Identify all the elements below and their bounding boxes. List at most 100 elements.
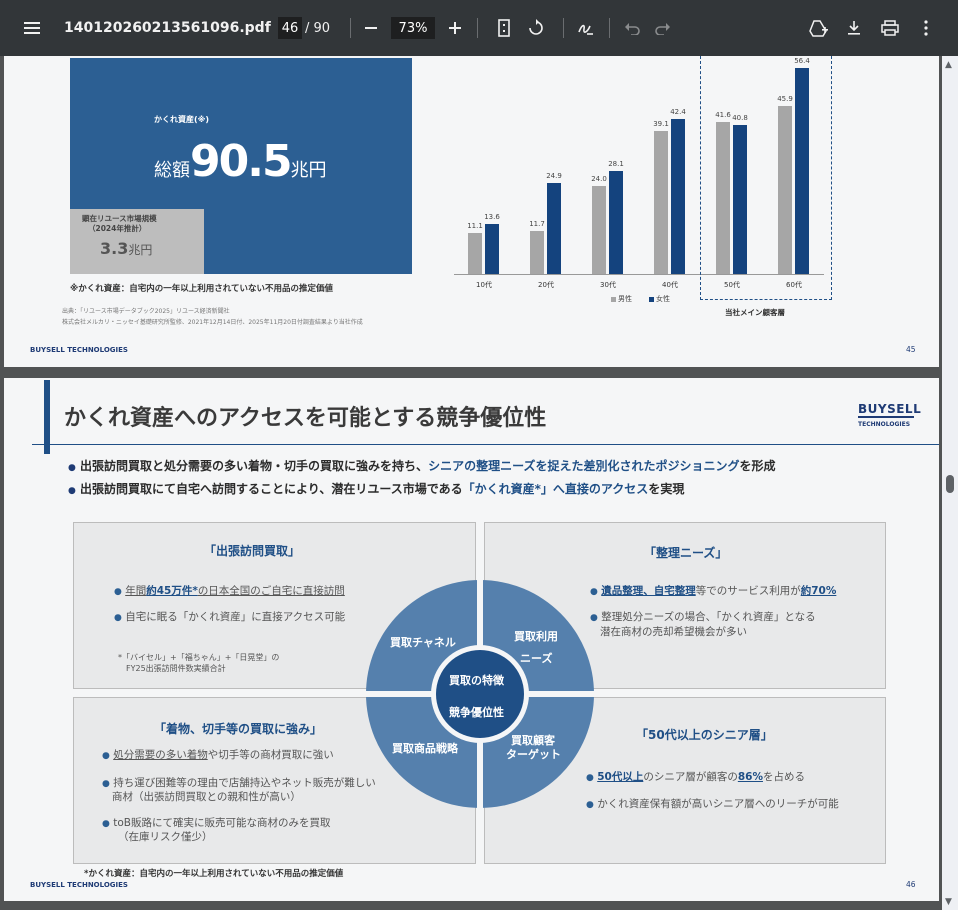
title-underline xyxy=(32,444,939,445)
rotate-icon[interactable] xyxy=(522,14,550,42)
q3-i2a: 持ち運び困難等の理由で店舗持込やネット販売が難しい xyxy=(113,777,376,789)
q3-i3a: toB販路にて確実に販売可能な商材のみを買取 xyxy=(113,817,331,829)
q2-i1-a: 遺品整理、自宅整理 xyxy=(601,585,696,597)
q4-i1-d: を占める xyxy=(762,771,805,783)
bar-female-0 xyxy=(485,224,499,274)
q1-item-1: ● 年間約45万件*の日本全国のご自宅に直接訪問 xyxy=(114,585,345,597)
bar-male-0 xyxy=(468,233,482,274)
bullet-2: ● 出張訪問買取にて自宅へ訪問することにより、潜在リユース市場である「かくれ資産… xyxy=(68,482,685,496)
bullet-1-b: シニアの整理ニーズを捉えた差別化されたポジショニング xyxy=(428,459,740,473)
reuse-unit: 兆円 xyxy=(128,243,153,257)
scroll-up-icon[interactable]: ▲ xyxy=(945,60,952,70)
bar-male-1 xyxy=(530,231,544,274)
reuse-total: 3.3 兆円 xyxy=(100,239,152,258)
add-drive-icon[interactable] xyxy=(804,14,832,42)
kakure-total: 総額 90.5 兆円 xyxy=(154,136,327,187)
pdf-toolbar: 140120260213561096.pdf 46 / 90 73% xyxy=(0,0,958,56)
q1-i1-a: 年間 xyxy=(125,585,147,597)
label-female-3: 42.4 xyxy=(670,108,686,117)
q2-i1-b: 等でのサービス利用が xyxy=(695,585,801,597)
q3-item-3b: （在庫リスク僅少） xyxy=(118,831,213,843)
bar-male-3 xyxy=(654,131,668,274)
print-icon[interactable] xyxy=(876,14,904,42)
q2-item-1: ● 遺品整理、自宅整理等でのサービス利用が約70% xyxy=(590,585,837,597)
bullet-2-a: 出張訪問買取にて自宅へ訪問することにより、潜在リユース市場である xyxy=(80,482,463,496)
fit-page-icon[interactable] xyxy=(490,14,518,42)
more-options-icon[interactable] xyxy=(912,14,940,42)
reuse-sub: （2024年推計） xyxy=(88,224,147,233)
q4-i1-b: のシニア層が顧客の xyxy=(643,771,738,783)
menu-icon[interactable] xyxy=(18,14,46,42)
q2-i2a: 整理処分ニーズの場合、「かくれ資産」となる xyxy=(601,611,816,623)
q3-item-1: ● 処分需要の多い着物や切手等の商材買取に強い xyxy=(102,749,334,761)
q1-title: 「出張訪問買取」 xyxy=(204,544,301,558)
label-female-1: 24.9 xyxy=(546,172,562,181)
bullet-2-b: 「かくれ資産*」へ直接のアクセス xyxy=(462,482,649,496)
q1-i2: 自宅に眠る「かくれ資産」に直接アクセス可能 xyxy=(125,611,346,623)
q3-item-2b: 商材（出張訪問買取との親和性が高い） xyxy=(112,791,301,803)
q2-item-2: ● 整理処分ニーズの場合、「かくれ資産」となる xyxy=(590,611,816,623)
q1-item-2: ● 自宅に眠る「かくれ資産」に直接アクセス可能 xyxy=(114,611,346,623)
x-tick-2: 30代 xyxy=(600,281,616,289)
page-46: かくれ資産へのアクセスを可能とする競争優位性 BUYSELL TECHNOLOG… xyxy=(4,378,939,901)
page-number: 45 xyxy=(906,345,916,354)
q3-i1-b: や切手等の商材買取に強い xyxy=(207,749,334,761)
center-circle xyxy=(436,650,524,738)
page-45: かくれ資産(※) 総額 90.5 兆円 顕在リユース市場規模 （2024年推計）… xyxy=(4,56,939,367)
q1-i1-c: の日本全国のご自宅に直接訪問 xyxy=(197,585,345,597)
q4-title: 「50代以上のシニア層」 xyxy=(636,728,773,742)
title-accent-bar xyxy=(44,380,50,454)
q4-i2: かくれ資産保有額が高いシニア層へのリーチが可能 xyxy=(597,798,839,810)
reuse-value: 3.3 xyxy=(100,239,129,258)
q2-i1-c: 約70% xyxy=(800,585,837,597)
segment-target-2: ターゲット xyxy=(506,748,561,761)
zoom-in-icon[interactable] xyxy=(441,14,469,42)
segment-channel: 買取チャネル xyxy=(390,636,456,649)
kakure-note: ※かくれ資産：自宅内の一年以上利用されていない不用品の推定価値 xyxy=(70,284,334,294)
draw-icon[interactable] xyxy=(572,14,600,42)
bullet-1: ● 出張訪問買取と処分需要の多い着物・切手の買取に強みを持ち、シニアの整理ニーズ… xyxy=(68,459,776,473)
legend-label-0: 男性 xyxy=(618,295,632,303)
scrollbar-thumb[interactable] xyxy=(946,475,954,493)
q4-i1-a: 50代以上 xyxy=(597,771,644,783)
undo-icon[interactable] xyxy=(618,14,646,42)
x-tick-0: 10代 xyxy=(476,281,492,289)
scroll-down-icon[interactable]: ▼ xyxy=(945,897,952,907)
label-female-2: 28.1 xyxy=(608,160,624,169)
redo-icon[interactable] xyxy=(649,14,677,42)
center-label-2: 競争優位性 xyxy=(449,706,504,719)
bar-male-2 xyxy=(592,186,606,274)
bullet-1-c: を形成 xyxy=(739,459,776,473)
q4-item-2: ● かくれ資産保有額が高いシニア層へのリーチが可能 xyxy=(586,798,839,810)
main-customer-frame xyxy=(700,56,832,300)
logo-rule xyxy=(858,416,914,418)
kakure-value: 90.5 xyxy=(190,136,293,187)
main-layer-label: 当社メイン顧客層 xyxy=(725,308,785,317)
bar-female-2 xyxy=(609,171,623,274)
footer-company: BUYSELL TECHNOLOGIES xyxy=(30,881,128,889)
q4-i1-c: 86% xyxy=(737,771,763,783)
bar-female-1 xyxy=(547,183,561,274)
source-line-2: 株式会社メルカリ・ニッセイ基礎研究所監修、2021年12月14日付、2025年1… xyxy=(62,319,363,326)
logo-buysell: BUYSELL xyxy=(858,402,922,416)
reuse-market-box: 顕在リユース市場規模 （2024年推計） 3.3 兆円 xyxy=(70,209,204,274)
q2-item-2b: 潜在商材の売却希望機会が多い xyxy=(600,626,747,638)
q3-i1-a: 処分需要の多い着物 xyxy=(113,749,208,761)
kakure-label: かくれ資産(※) xyxy=(154,115,210,124)
kakure-note-46: *かくれ資産：自宅内の一年以上利用されていない不用品の推定価値 xyxy=(84,869,344,879)
q1-note-1: *「バイセル」+「福ちゃん」+「日晃堂」の xyxy=(118,653,280,662)
footer-company: BUYSELL TECHNOLOGIES xyxy=(30,346,128,354)
file-name: 140120260213561096.pdf xyxy=(64,20,271,36)
download-icon[interactable] xyxy=(840,14,868,42)
page-number-input[interactable]: 46 xyxy=(278,17,302,39)
zoom-level-input[interactable]: 73% xyxy=(391,17,435,39)
x-tick-1: 20代 xyxy=(538,281,554,289)
label-female-0: 13.6 xyxy=(484,213,500,222)
kakure-unit: 兆円 xyxy=(290,160,327,181)
logo-technologies: TECHNOLOGIES xyxy=(858,421,911,428)
center-label-1: 買取の特徴 xyxy=(449,674,504,687)
q2-title: 「整理ニーズ」 xyxy=(644,546,728,560)
bar-female-3 xyxy=(671,119,685,274)
page-total: / 90 xyxy=(305,20,331,36)
zoom-out-icon[interactable] xyxy=(357,14,385,42)
